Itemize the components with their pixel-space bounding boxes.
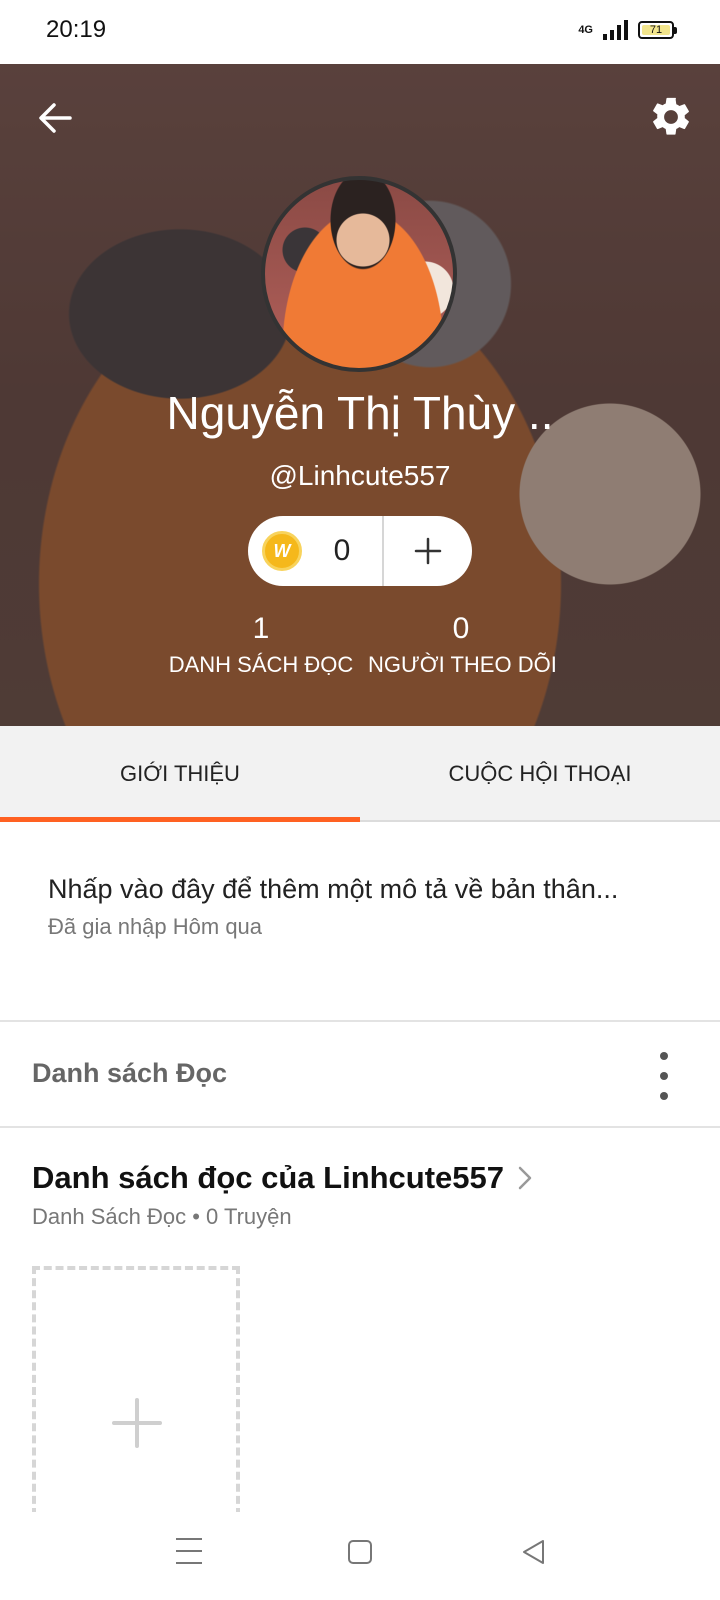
plus-icon (414, 537, 442, 565)
signal-icon (603, 20, 628, 40)
battery-icon: 71 (638, 21, 677, 39)
w-coin-icon: W (262, 531, 302, 571)
stat-reading-lists[interactable]: 1 DANH SÁCH ĐỌC (168, 612, 354, 678)
profile-header: Nguyễn Thị Thùy .. @Linhcute557 W 0 1 DA… (0, 64, 720, 726)
avatar[interactable] (261, 176, 457, 372)
profile-tabs: GIỚI THIỆU CUỘC HỘI THOẠI (0, 726, 720, 824)
add-story-placeholder[interactable] (32, 1266, 240, 1516)
status-time: 20:19 (46, 16, 107, 43)
status-bar: 20:19 4G 71 (0, 0, 720, 64)
reading-lists-title: Danh sách Đọc (32, 1058, 228, 1088)
stat-label: NGƯỜI THEO DÕI (368, 652, 557, 677)
menu-icon[interactable] (176, 1538, 202, 1564)
system-nav-bar (0, 1512, 720, 1600)
profile-username: @Linhcute557 (269, 460, 451, 491)
profile-name: Nguyễn Thị Thùy .. (166, 387, 554, 439)
reading-list-meta: Danh Sách Đọc • 0 Truyện (32, 1204, 292, 1229)
reading-lists-header: Danh sách Đọc (0, 1022, 720, 1128)
network-type: 4G (578, 24, 593, 36)
triangle-back-icon[interactable] (520, 1538, 546, 1566)
reading-list-link[interactable]: Danh sách đọc của Linhcute557 (32, 1160, 532, 1196)
about-description[interactable]: Nhấp vào đây để thêm một mô tả về bản th… (48, 874, 618, 905)
chevron-right-icon (518, 1166, 532, 1190)
tab-about[interactable]: GIỚI THIỆU (0, 726, 360, 824)
tab-conversations[interactable]: CUỘC HỘI THOẠI (360, 726, 720, 822)
stat-value: 0 (452, 612, 470, 645)
more-vertical-icon[interactable] (656, 1052, 672, 1100)
about-section[interactable]: Nhấp vào đây để thêm một mô tả về bản th… (0, 822, 720, 1022)
buy-coins-button[interactable] (384, 516, 472, 586)
gear-icon (653, 97, 689, 135)
coin-count: 0 (333, 534, 351, 567)
square-home-icon[interactable] (348, 1540, 372, 1564)
stat-followers[interactable]: 0 NGƯỜI THEO DÕI (368, 612, 557, 678)
stat-label: DANH SÁCH ĐỌC (168, 652, 354, 677)
joined-date: Đã gia nhập Hôm qua (48, 914, 263, 939)
stat-value: 1 (252, 612, 270, 645)
reading-list-title: Danh sách đọc của Linhcute557 (32, 1160, 505, 1195)
status-icons: 4G 71 (578, 20, 677, 40)
arrow-left-icon (39, 103, 72, 133)
battery-level: 71 (642, 25, 670, 36)
plus-icon (112, 1398, 162, 1448)
back-button[interactable] (36, 98, 76, 138)
coin-balance: W 0 (248, 516, 472, 586)
settings-button[interactable] (648, 94, 694, 140)
